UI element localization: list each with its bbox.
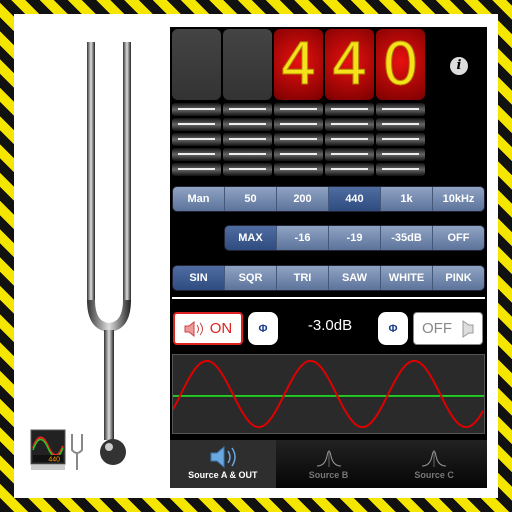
tab-bar: Source A & OUT Source B Source C — [170, 440, 487, 488]
wheel-notch[interactable] — [223, 163, 272, 176]
bell-curve-icon — [422, 450, 447, 467]
speaker-icon — [210, 445, 236, 469]
wheel-notch[interactable] — [172, 133, 221, 146]
tuning-fork-image — [87, 42, 131, 465]
wave-pink[interactable]: PINK — [433, 266, 484, 290]
on-label: ON — [209, 320, 233, 337]
speaker-icon — [184, 320, 203, 337]
level-16[interactable]: -16 — [277, 226, 329, 250]
level-35db[interactable]: -35dB — [381, 226, 433, 250]
wheel-notch[interactable] — [376, 118, 425, 131]
bell-curve-icon — [316, 450, 341, 467]
wheel-notch[interactable] — [325, 133, 374, 146]
wheel-notch[interactable] — [172, 148, 221, 161]
tab-source-b[interactable]: Source B — [276, 440, 382, 488]
wheel-notch[interactable] — [172, 163, 221, 176]
wave-tri[interactable]: TRI — [277, 266, 329, 290]
tab-source-a[interactable]: Source A & OUT — [170, 440, 276, 488]
wave-white[interactable]: WHITE — [381, 266, 433, 290]
wheel-notch[interactable] — [376, 163, 425, 176]
wheel-notch[interactable] — [223, 103, 272, 116]
phase-button-right[interactable]: Φ — [378, 312, 408, 345]
wave-sqr[interactable]: SQR — [225, 266, 277, 290]
freq-440[interactable]: 440 — [329, 187, 381, 211]
frequency-presets: Man 50 200 440 1k 10kHz — [172, 186, 485, 212]
wheel-notch[interactable] — [376, 133, 425, 146]
wheel-notch[interactable] — [274, 118, 323, 131]
level-max[interactable]: MAX — [225, 226, 277, 250]
sine-wave — [173, 359, 484, 429]
wheel-notch[interactable] — [325, 163, 374, 176]
app-icon: 440 — [30, 429, 83, 470]
digit-tile[interactable]: 4 — [325, 29, 374, 100]
tab-source-c[interactable]: Source C — [381, 440, 487, 488]
right-output-toggle[interactable]: OFF — [413, 312, 483, 345]
wheel-notch[interactable] — [325, 148, 374, 161]
freq-10khz[interactable]: 10kHz — [433, 187, 484, 211]
waveform-selector: SIN SQR TRI SAW WHITE PINK — [172, 265, 485, 291]
left-output-toggle[interactable]: ON — [173, 312, 243, 345]
wheel-notch[interactable] — [223, 118, 272, 131]
level-readout: -3.0dB — [307, 317, 353, 334]
wheel-notch[interactable] — [223, 148, 272, 161]
level-off[interactable]: OFF — [433, 226, 484, 250]
wheel-notch[interactable] — [172, 103, 221, 116]
freq-man[interactable]: Man — [173, 187, 225, 211]
wheel-notch[interactable] — [376, 103, 425, 116]
wheel-notch[interactable] — [172, 118, 221, 131]
level-19[interactable]: -19 — [329, 226, 381, 250]
wave-saw[interactable]: SAW — [329, 266, 381, 290]
svg-text:440: 440 — [48, 457, 60, 464]
digit-tile[interactable] — [223, 29, 272, 100]
wheel-notch[interactable] — [274, 148, 323, 161]
digit-tile[interactable]: 0 — [376, 29, 425, 100]
freq-200[interactable]: 200 — [277, 187, 329, 211]
level-presets: MAX -16 -19 -35dB OFF — [224, 225, 485, 251]
wheel-notch[interactable] — [274, 133, 323, 146]
wheel-notch[interactable] — [325, 103, 374, 116]
wheel-notch[interactable] — [274, 163, 323, 176]
info-icon[interactable]: i — [450, 57, 468, 75]
digit-tile[interactable] — [172, 29, 221, 100]
wheel-notch[interactable] — [274, 103, 323, 116]
oscilloscope-display — [172, 354, 485, 434]
tone-generator-panel: 4 4 0 i Man 50 200 440 1k 10kHz MAX -16 … — [170, 27, 487, 488]
digit-tile[interactable]: 4 — [274, 29, 323, 100]
divider — [172, 297, 485, 299]
wheel-notch[interactable] — [325, 118, 374, 131]
freq-1k[interactable]: 1k — [381, 187, 433, 211]
freq-50[interactable]: 50 — [225, 187, 277, 211]
off-label: OFF — [422, 320, 452, 337]
wave-sin[interactable]: SIN — [173, 266, 225, 290]
wheel-notch[interactable] — [376, 148, 425, 161]
speaker-icon — [462, 319, 474, 338]
wheel-notch[interactable] — [223, 133, 272, 146]
